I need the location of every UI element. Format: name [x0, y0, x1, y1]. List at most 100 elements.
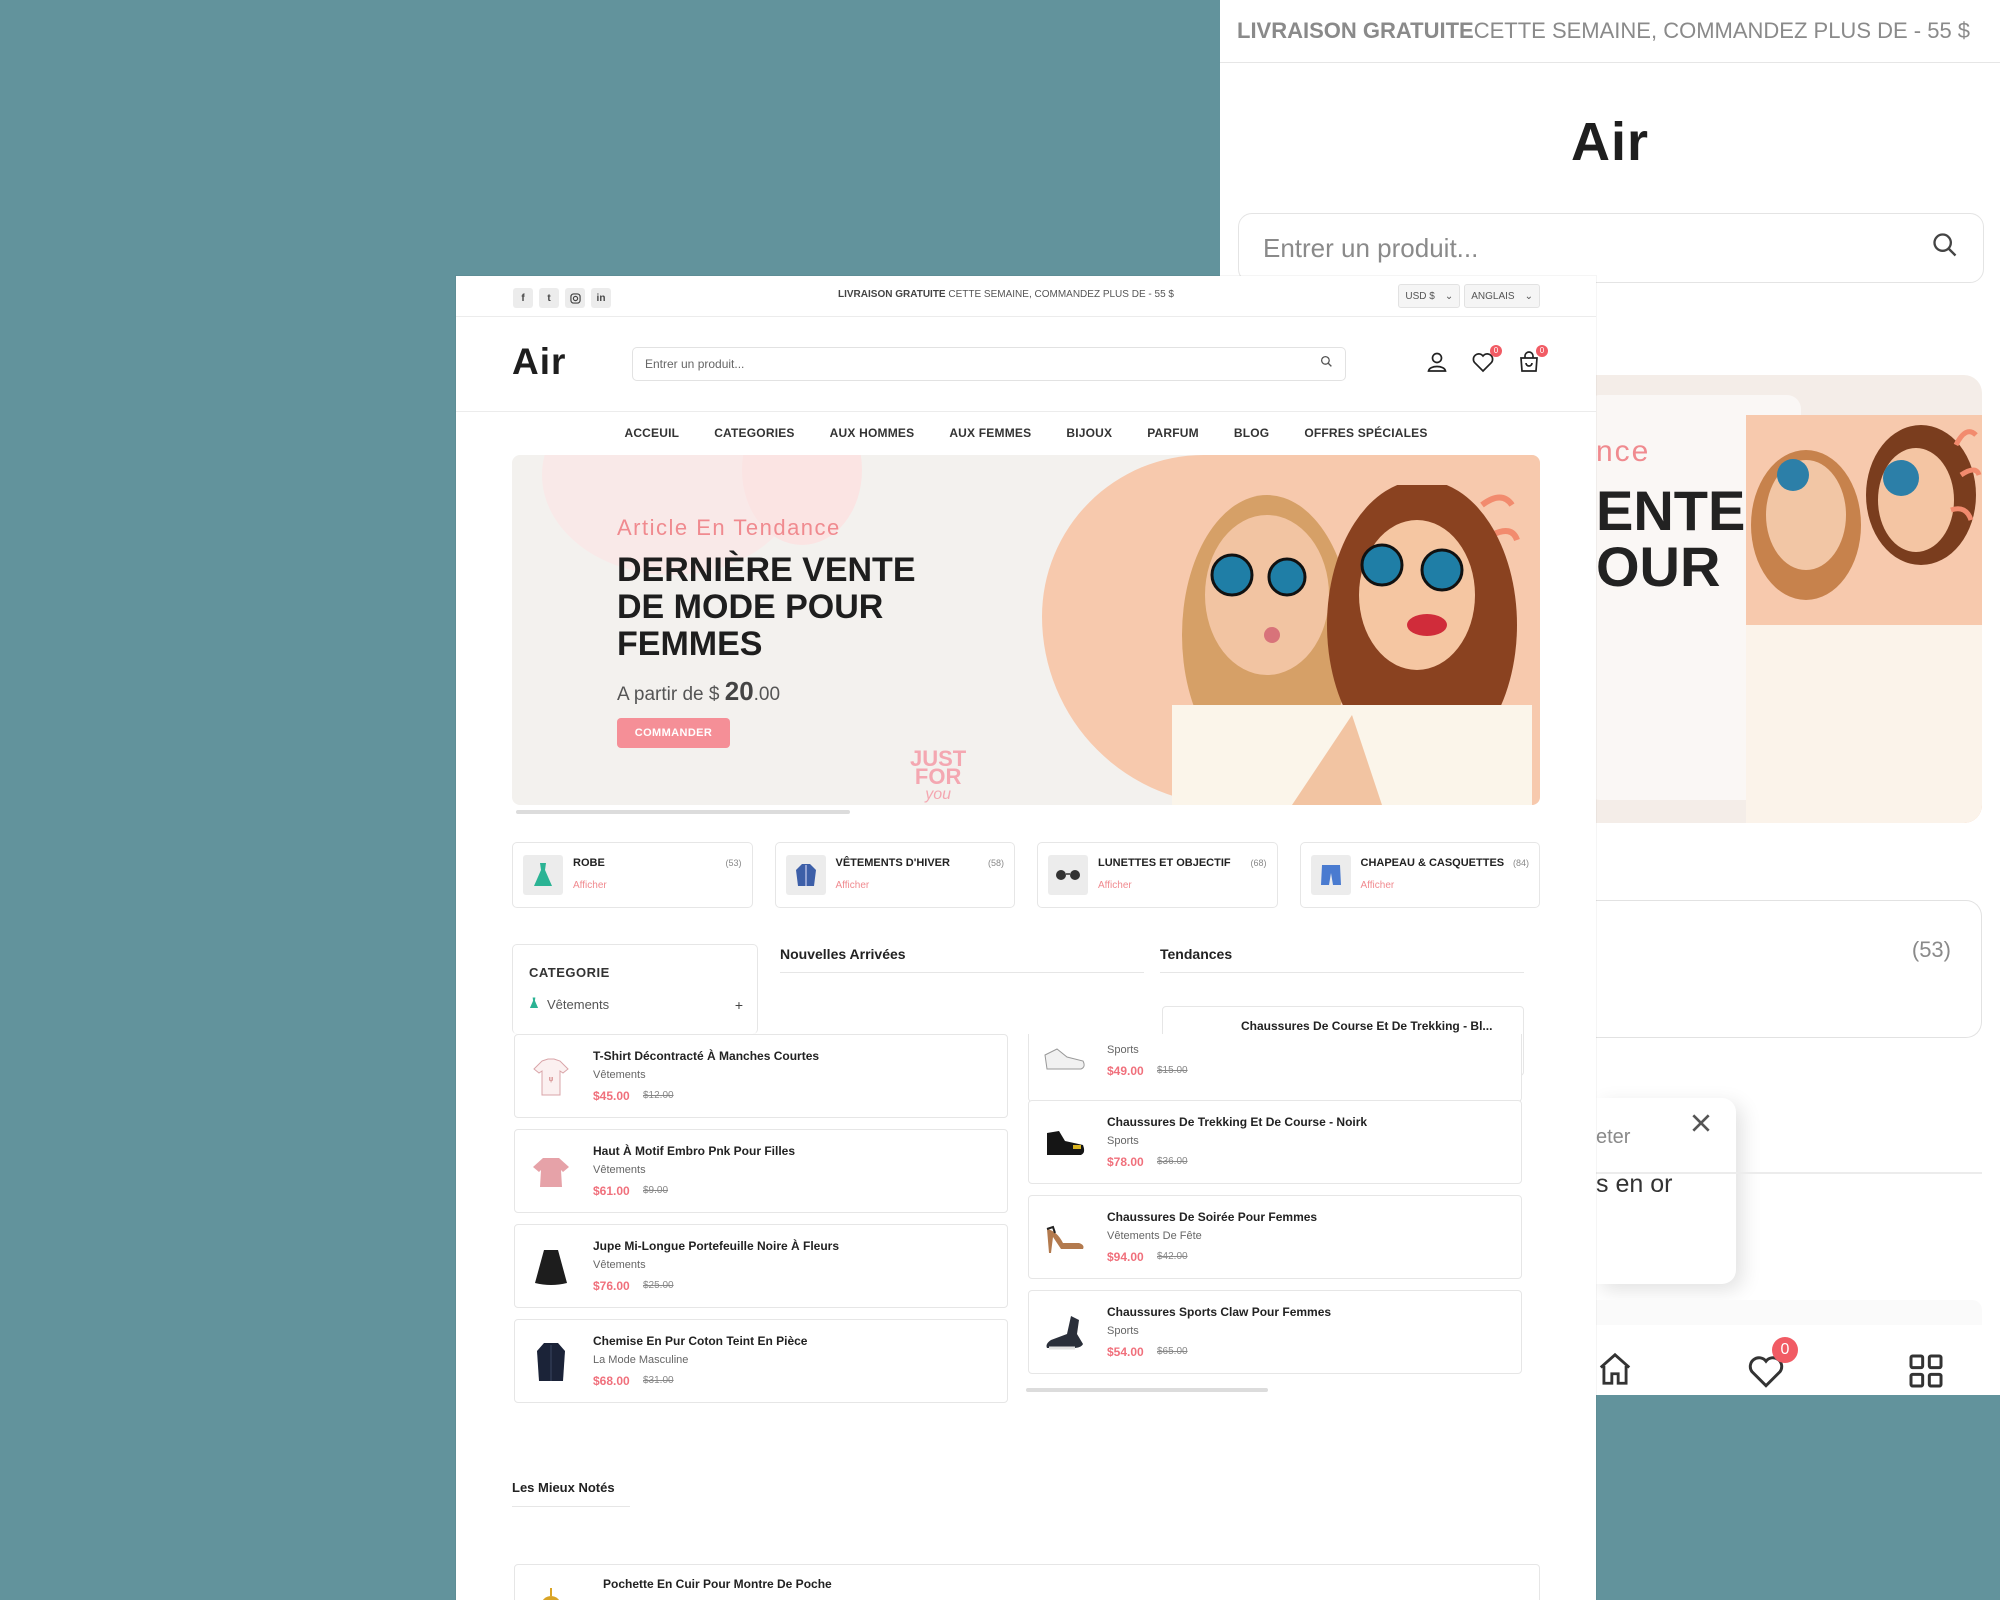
expand-icon[interactable]: +: [735, 997, 743, 1013]
cart-icon[interactable]: 0: [1516, 345, 1548, 375]
wishlist-nav-icon[interactable]: 0: [1746, 1337, 1798, 1394]
product-category: Vêtements: [593, 1259, 646, 1271]
mobile-search-input[interactable]: Entrer un produit...: [1238, 213, 1984, 283]
product-name: Chaussures De Soirée Pour Femmes: [1107, 1210, 1318, 1224]
grid-icon[interactable]: [1906, 1351, 1946, 1396]
shipping-message-text: CETTE SEMAINE, COMMANDEZ PLUS DE - 55 $: [945, 289, 1174, 300]
category-count: (53): [725, 858, 742, 868]
hero-price-whole: 20: [724, 676, 754, 706]
category-link[interactable]: Afficher: [836, 880, 870, 891]
mobile-hero-banner[interactable]: nce ENTE OUR: [1596, 375, 1982, 823]
mobile-category-count: (53): [1911, 937, 1951, 962]
mobile-bottom-nav: 0: [1596, 1325, 2000, 1395]
nav-item-blog[interactable]: BLOG: [1234, 426, 1269, 440]
hero-subtitle: Article En Tendance: [617, 515, 841, 540]
product-image-trekking: [1043, 1121, 1087, 1165]
language-select[interactable]: ANGLAIS ⌄: [1464, 284, 1540, 308]
mobile-popup: eter s en or: [1596, 1098, 1736, 1284]
svg-text:ψ: ψ: [549, 1075, 554, 1083]
category-link[interactable]: Afficher: [573, 880, 607, 891]
nav-item-women[interactable]: AUX FEMMES: [949, 426, 1031, 440]
hero-banner[interactable]: Article En Tendance DERNIÈRE VENTE DE MO…: [512, 455, 1540, 805]
product-image-sport-shoe: [1043, 1311, 1087, 1355]
product-category: Vêtements: [593, 1164, 646, 1176]
header-actions: 0 0: [1424, 345, 1548, 375]
nav-item-home[interactable]: ACCEUIL: [624, 426, 679, 440]
category-sidebar: CATEGORIE Vêtements +: [512, 944, 758, 1034]
product-card[interactable]: Chaussures Sports Claw Pour Femmes Sport…: [1028, 1290, 1522, 1374]
category-link[interactable]: Afficher: [1098, 880, 1132, 891]
nav-item-jewelry[interactable]: BIJOUX: [1066, 426, 1112, 440]
home-icon[interactable]: [1596, 1349, 1634, 1394]
search-placeholder: Entrer un produit...: [645, 357, 745, 371]
badge-line2: FOR: [914, 764, 962, 789]
category-link[interactable]: Afficher: [1361, 880, 1395, 891]
search-input[interactable]: Entrer un produit...: [632, 347, 1346, 381]
mobile-logo[interactable]: Air: [1220, 111, 2000, 173]
product-price: $49.00: [1107, 1064, 1144, 1078]
product-image-shirt: [529, 1340, 573, 1384]
product-name: T-Shirt Décontracté À Manches Courtes: [593, 1049, 820, 1063]
currency-select[interactable]: USD $ ⌄: [1398, 284, 1461, 308]
language-value: ANGLAIS: [1471, 290, 1515, 302]
order-button[interactable]: COMMANDER: [617, 718, 730, 748]
product-price: $76.00: [593, 1279, 630, 1293]
mobile-hero-people-image: [1746, 415, 1982, 823]
glasses-icon: [1048, 855, 1088, 895]
mobile-popup-text2: s en or: [1596, 1170, 1673, 1198]
close-icon[interactable]: [1690, 1112, 1712, 1139]
nav-item-categories[interactable]: CATEGORIES: [714, 426, 794, 440]
product-card[interactable]: Pochette En Cuir Pour Montre De Poche: [514, 1564, 1540, 1600]
category-card-winter[interactable]: VÊTEMENTS D'HIVER (58) Afficher: [774, 842, 1015, 908]
site-logo[interactable]: Air: [512, 341, 566, 383]
user-icon[interactable]: [1424, 349, 1450, 375]
instagram-icon[interactable]: [565, 288, 585, 308]
sidebar-item-label: Vêtements: [547, 997, 610, 1012]
product-name: Haut À Motif Embro Pnk Pour Filles: [593, 1144, 796, 1158]
mobile-category-card[interactable]: (53): [1596, 900, 1982, 1038]
category-card-robe[interactable]: ROBE (53) Afficher: [512, 842, 753, 908]
chevron-down-icon: ⌄: [1444, 290, 1454, 302]
product-card[interactable]: ψ T-Shirt Décontracté À Manches Courtes …: [514, 1034, 1008, 1118]
product-card[interactable]: Sports $49.00 $15.00: [1028, 1034, 1522, 1102]
social-links: f t in: [513, 288, 611, 308]
top-bar: f t in LIVRAISON GRATUITE CETTE SEMAINE,…: [456, 276, 1596, 317]
facebook-icon[interactable]: f: [513, 288, 533, 308]
wishlist-badge: 0: [1490, 345, 1502, 357]
hero-scrollbar[interactable]: [516, 810, 850, 814]
jacket-icon: [785, 855, 826, 895]
search-icon[interactable]: [1931, 231, 1959, 266]
nav-item-special-offers[interactable]: OFFRES SPÉCIALES: [1304, 426, 1427, 440]
product-price: $78.00: [1107, 1155, 1144, 1169]
sidebar-item-clothing[interactable]: Vêtements +: [529, 996, 743, 1013]
product-category: Vêtements: [593, 1069, 646, 1081]
twitter-icon[interactable]: t: [539, 288, 559, 308]
product-card[interactable]: Jupe Mi-Longue Portefeuille Noire À Fleu…: [514, 1224, 1008, 1308]
currency-value: USD $: [1405, 290, 1435, 302]
product-image-top: [529, 1150, 573, 1194]
product-category: La Mode Masculine: [593, 1354, 689, 1366]
category-cards: ROBE (53) Afficher VÊTEMENTS D'HIVER (58…: [512, 842, 1540, 908]
nav-item-perfume[interactable]: PARFUM: [1147, 426, 1199, 440]
linkedin-icon[interactable]: in: [591, 288, 611, 308]
shipping-message-bold: LIVRAISON GRATUITE: [838, 289, 946, 300]
trending-scrollbar[interactable]: [1026, 1388, 1268, 1392]
search-icon[interactable]: [1320, 355, 1333, 373]
desktop-screenshot: f t in LIVRAISON GRATUITE CETTE SEMAINE,…: [456, 276, 1596, 1600]
product-name: Chaussures Sports Claw Pour Femmes: [1107, 1305, 1332, 1319]
mobile-shipping-bar: LIVRAISON GRATUITE CETTE SEMAINE, COMMAN…: [1220, 0, 2000, 63]
dress-icon: [523, 855, 563, 895]
dress-icon: [529, 996, 539, 1013]
category-name: CHAPEAU & CASQUETTES: [1360, 857, 1505, 869]
product-card[interactable]: Chemise En Pur Coton Teint En Pièce La M…: [514, 1319, 1008, 1403]
product-card[interactable]: Chaussures De Soirée Pour Femmes Vêtemen…: [1028, 1195, 1522, 1279]
wishlist-icon[interactable]: 0: [1470, 345, 1502, 375]
product-card[interactable]: Chaussures De Trekking Et De Course - No…: [1028, 1100, 1522, 1184]
category-card-glasses[interactable]: LUNETTES ET OBJECTIF (68) Afficher: [1037, 842, 1278, 908]
chevron-down-icon: ⌄: [1524, 290, 1533, 302]
category-card-hats[interactable]: CHAPEAU & CASQUETTES (84) Afficher: [1299, 842, 1540, 908]
product-price: $68.00: [593, 1374, 630, 1388]
mobile-hero-title-line2: OUR: [1596, 535, 1721, 598]
product-card[interactable]: Haut À Motif Embro Pnk Pour Filles Vêtem…: [514, 1129, 1008, 1213]
nav-item-men[interactable]: AUX HOMMES: [830, 426, 915, 440]
